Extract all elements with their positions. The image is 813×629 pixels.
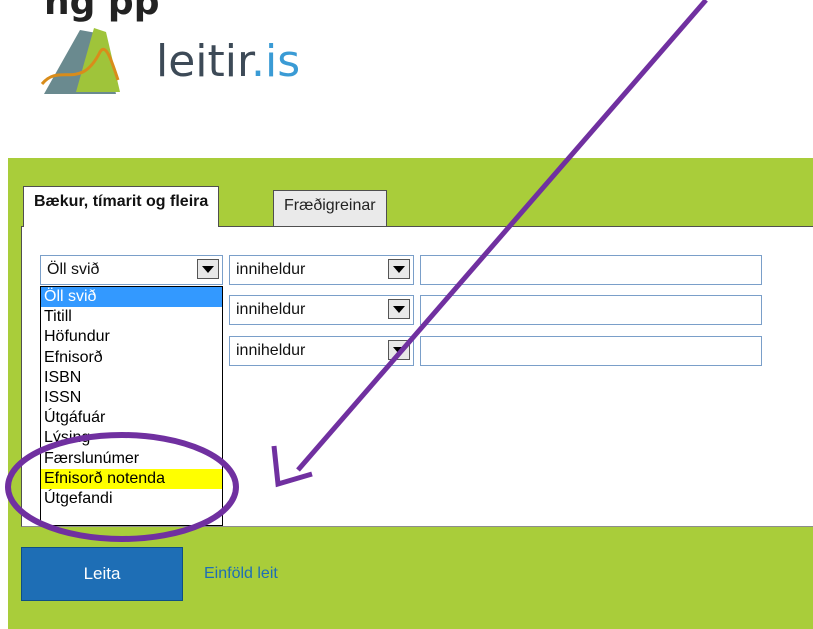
dropdown-option[interactable]: Útgáfuár (41, 408, 222, 428)
operator-select-3[interactable]: inniheldur (229, 336, 414, 366)
operator-select-2-value: inniheldur (236, 301, 306, 318)
chevron-down-icon[interactable] (388, 299, 410, 319)
simple-search-link[interactable]: Einföld leit (204, 565, 278, 583)
dropdown-option[interactable]: Efnisorð (41, 348, 222, 368)
operator-select-3-value: inniheldur (236, 342, 306, 359)
search-term-input-3[interactable] (420, 336, 762, 366)
leitir-logo[interactable]: leitir.is (40, 22, 320, 102)
chevron-down-icon[interactable] (388, 340, 410, 360)
search-term-input-1[interactable] (420, 255, 762, 285)
logo-mark-icon (40, 28, 120, 94)
dropdown-option[interactable]: Titill (41, 307, 222, 327)
operator-select-2[interactable]: inniheldur (229, 295, 414, 325)
tab-books-journals[interactable]: Bækur, tímarit og fleira (23, 186, 220, 227)
field-select-1-value: Öll svið (47, 261, 100, 278)
chevron-down-icon[interactable] (388, 259, 410, 279)
chevron-down-icon[interactable] (197, 259, 219, 279)
dropdown-option[interactable]: Útgefandi (41, 489, 222, 509)
dropdown-option[interactable]: ISSN (41, 388, 222, 408)
dropdown-option-highlighted[interactable]: Efnisorð notenda (41, 468, 222, 489)
field-select-1[interactable]: Öll svið (40, 255, 223, 285)
search-button[interactable]: Leita (21, 547, 183, 601)
field-dropdown-list[interactable]: Öll svið Titill Höfundur Efnisorð ISBN I… (40, 286, 223, 526)
dropdown-option[interactable]: ISBN (41, 368, 222, 388)
dropdown-option[interactable]: Öll svið (41, 287, 222, 308)
dropdown-option[interactable]: Höfundur (41, 327, 222, 347)
search-term-input-2[interactable] (420, 295, 762, 325)
dropdown-option[interactable]: Lýsing (41, 428, 222, 448)
dropdown-option[interactable]: Færslunúmer (41, 449, 222, 469)
logo-text: leitir.is (156, 36, 301, 87)
operator-select-1-value: inniheldur (236, 261, 306, 278)
tab-articles[interactable]: Fræðigreinar (273, 190, 387, 226)
operator-select-1[interactable]: inniheldur (229, 255, 414, 285)
